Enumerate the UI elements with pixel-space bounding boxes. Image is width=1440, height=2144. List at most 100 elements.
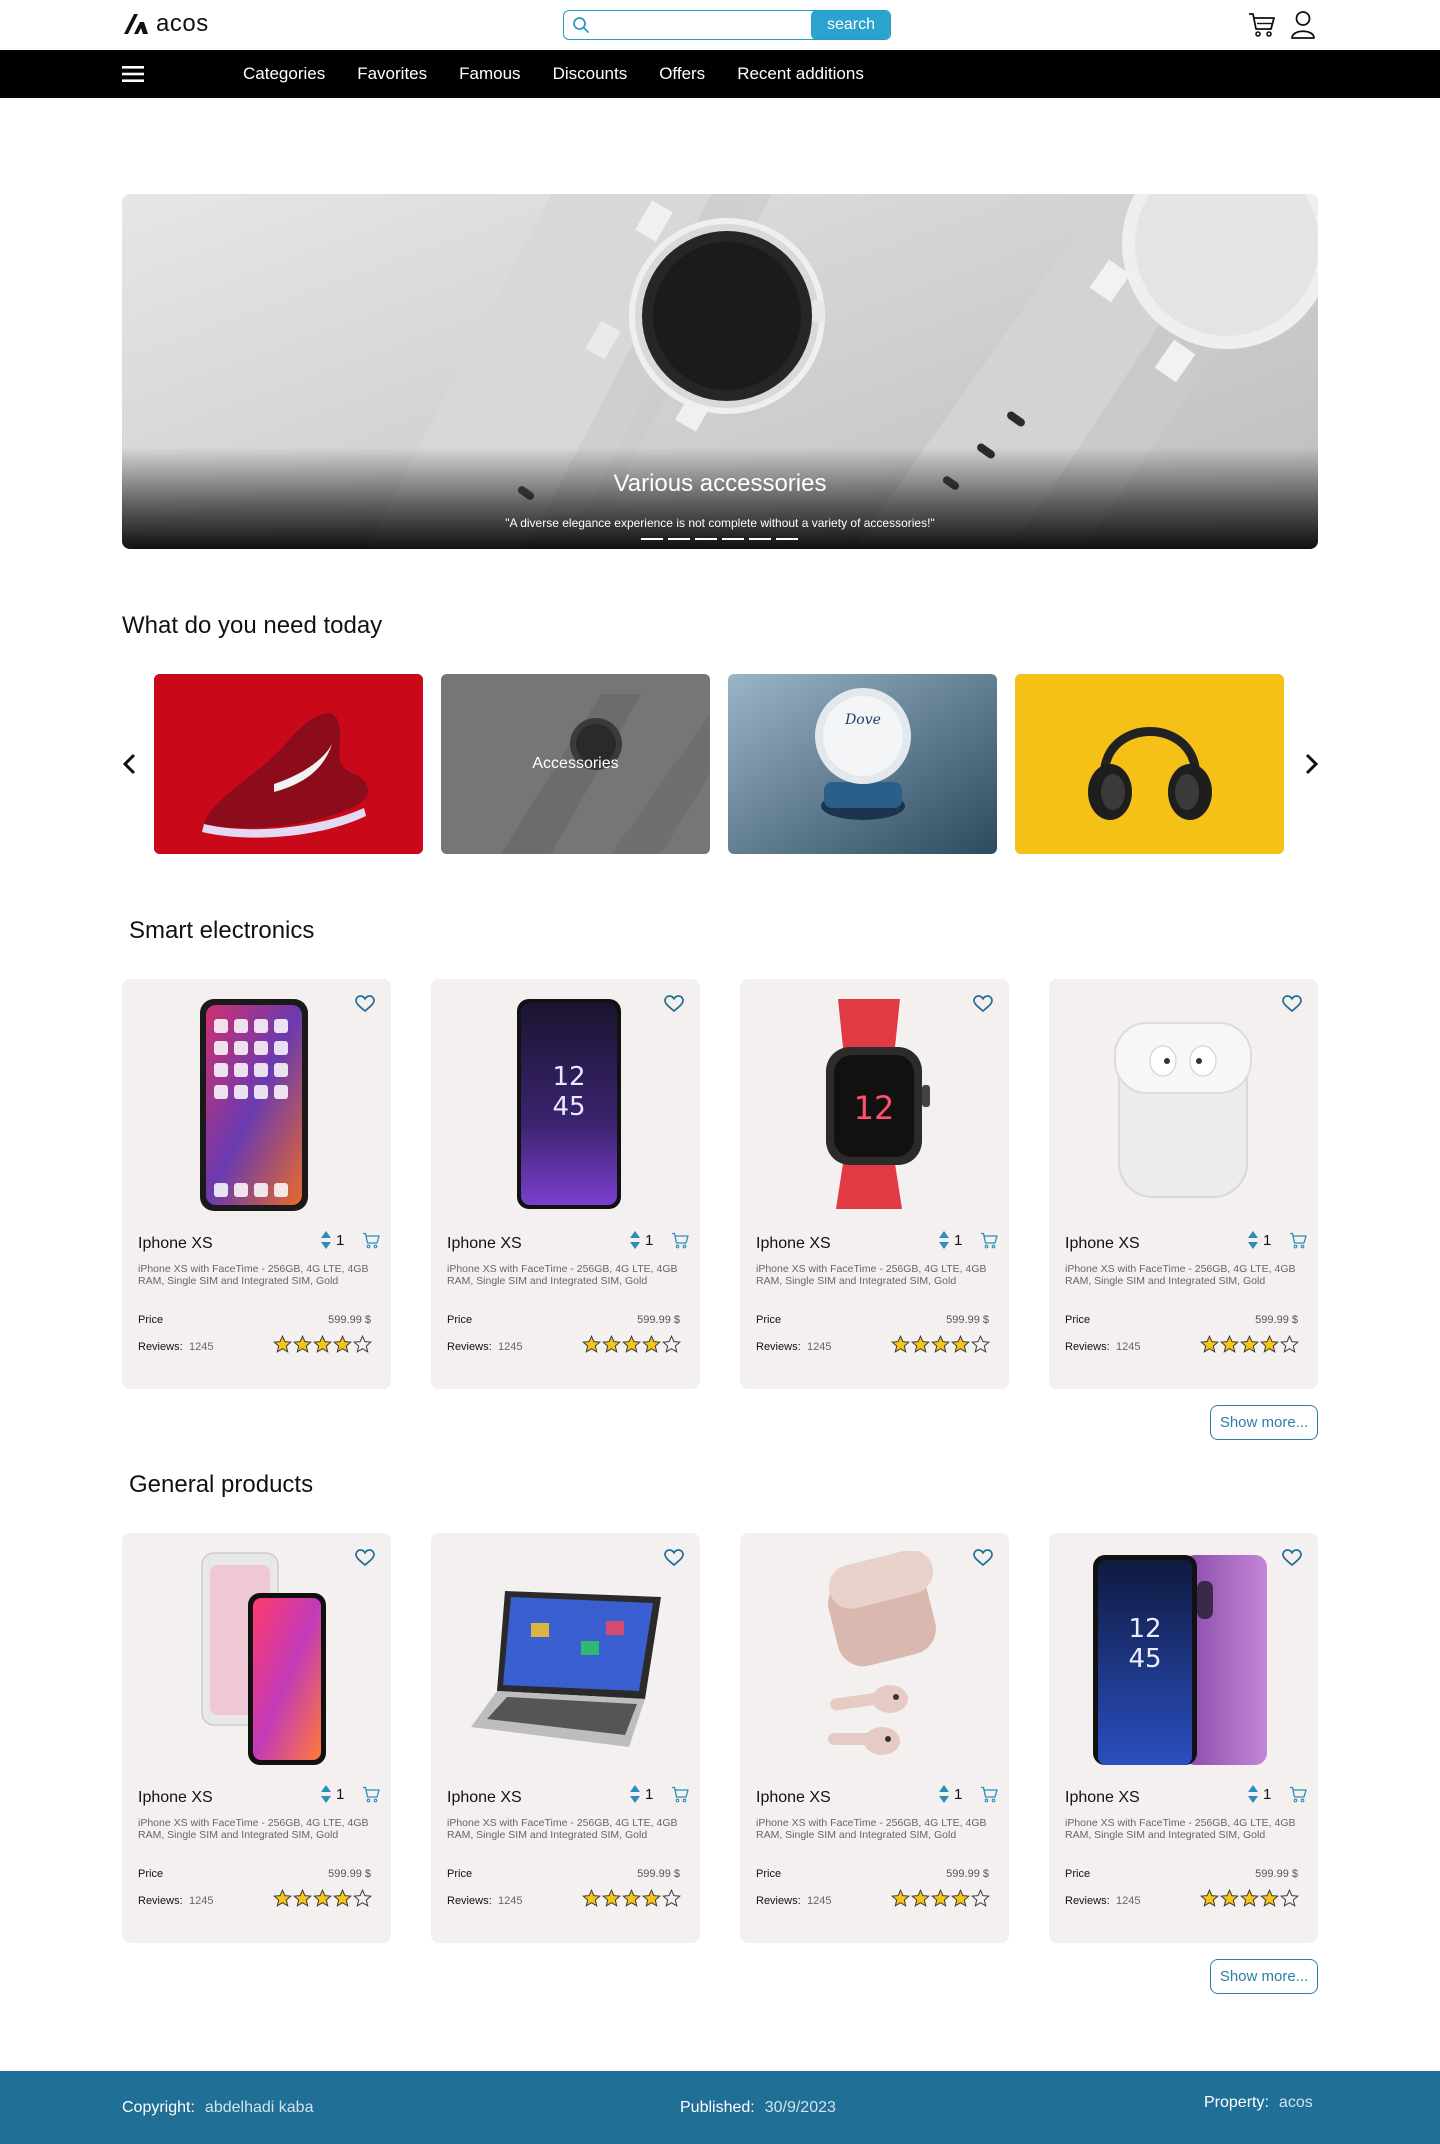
section-title-general-products: General products	[129, 1471, 314, 1498]
product-name: Iphone XS	[756, 1235, 831, 1252]
add-to-cart-icon[interactable]	[1289, 1786, 1307, 1803]
add-to-cart-icon[interactable]	[362, 1786, 380, 1803]
star-filled-icon	[582, 1889, 601, 1907]
quantity-stepper[interactable]: 1	[1247, 1784, 1271, 1804]
reviews-label: Reviews:	[447, 1895, 492, 1907]
product-card[interactable]: Iphone XS 1 iPhone XS with FaceTime - 25…	[122, 1533, 391, 1943]
star-rating	[273, 1335, 372, 1354]
heart-icon[interactable]	[355, 995, 375, 1013]
heart-icon[interactable]	[973, 995, 993, 1013]
price-label: Price	[1065, 1314, 1091, 1326]
hero-slide-indicator[interactable]	[695, 538, 717, 540]
star-filled-icon	[1260, 1335, 1279, 1353]
star-filled-icon	[1240, 1335, 1259, 1353]
chevron-right-icon[interactable]	[1301, 749, 1321, 779]
product-card[interactable]: Iphone XS 1 iPhone XS with FaceTime - 25…	[1049, 979, 1318, 1389]
show-more-button[interactable]: Show more...	[1210, 1405, 1318, 1440]
quantity-stepper[interactable]: 1	[938, 1784, 962, 1804]
product-card[interactable]: Iphone XS 1 iPhone XS with FaceTime - 25…	[122, 979, 391, 1389]
quantity-stepper[interactable]: 1	[320, 1230, 344, 1250]
sort-arrows-icon[interactable]	[320, 1230, 332, 1250]
quantity-stepper[interactable]: 1	[938, 1230, 962, 1250]
star-filled-icon	[911, 1889, 930, 1907]
nav-item-discounts[interactable]: Discounts	[553, 64, 628, 84]
quantity-stepper[interactable]: 1	[320, 1784, 344, 1804]
hero-slide-indicator[interactable]	[749, 538, 771, 540]
star-filled-icon	[602, 1335, 621, 1353]
category-card[interactable]	[1015, 674, 1284, 854]
menu-icon[interactable]	[122, 64, 144, 84]
add-to-cart-icon[interactable]	[362, 1232, 380, 1249]
heart-icon[interactable]	[1282, 995, 1302, 1013]
hero-banner[interactable]: Various accessories "A diverse elegance …	[122, 194, 1318, 549]
add-to-cart-icon[interactable]	[1289, 1232, 1307, 1249]
nav-item-recent-additions[interactable]: Recent additions	[737, 64, 864, 84]
add-to-cart-icon[interactable]	[671, 1786, 689, 1803]
category-card[interactable]: Dove	[728, 674, 997, 854]
quantity-value: 1	[645, 1231, 654, 1249]
user-icon[interactable]	[1290, 10, 1316, 40]
product-name: Iphone XS	[447, 1789, 522, 1806]
sort-arrows-icon[interactable]	[1247, 1230, 1259, 1250]
star-rating	[891, 1335, 990, 1354]
quantity-stepper[interactable]: 1	[629, 1784, 653, 1804]
product-card[interactable]: 12 Iphone XS 1 iPhone XS with FaceTime -…	[740, 979, 1009, 1389]
sort-arrows-icon[interactable]	[1247, 1784, 1259, 1804]
search-button[interactable]: search	[811, 11, 890, 39]
nav-item-favorites[interactable]: Favorites	[357, 64, 427, 84]
show-more-button[interactable]: Show more...	[1210, 1959, 1318, 1994]
brand-logo[interactable]: acos	[122, 10, 209, 38]
heart-icon[interactable]	[1282, 1549, 1302, 1567]
star-filled-icon	[642, 1889, 661, 1907]
add-to-cart-icon[interactable]	[671, 1232, 689, 1249]
hero-subtitle: "A diverse elegance experience is not co…	[505, 516, 935, 530]
svg-text:12: 12	[1128, 1614, 1161, 1644]
product-image-galaxy-pair: 12 45	[1093, 1555, 1267, 1765]
hero-slide-indicator[interactable]	[722, 538, 744, 540]
heart-icon[interactable]	[973, 1549, 993, 1567]
hero-slide-indicator[interactable]	[776, 538, 798, 540]
chevron-left-icon[interactable]	[120, 749, 140, 779]
nav-item-categories[interactable]: Categories	[243, 64, 325, 84]
product-card[interactable]: 12 45 Iphone XS 1 iPhone XS with FaceTim…	[431, 979, 700, 1389]
price-label: Price	[138, 1868, 164, 1880]
category-card[interactable]: Accessories	[441, 674, 710, 854]
add-to-cart-icon[interactable]	[980, 1232, 998, 1249]
reviews-count: 1245	[807, 1341, 832, 1353]
price-value: 599.99 $	[946, 1314, 989, 1326]
cart-icon[interactable]	[1248, 12, 1276, 38]
reviews-label: Reviews:	[1065, 1895, 1110, 1907]
sort-arrows-icon[interactable]	[938, 1784, 950, 1804]
add-to-cart-icon[interactable]	[980, 1786, 998, 1803]
quantity-stepper[interactable]: 1	[1247, 1230, 1271, 1250]
hero-slide-indicator[interactable]	[641, 538, 663, 540]
hero-slide-indicator[interactable]	[668, 538, 690, 540]
product-card[interactable]: 12 45 Iphone XS 1 iPhone XS with FaceTim…	[1049, 1533, 1318, 1943]
product-card[interactable]: Iphone XS 1 iPhone XS with FaceTime - 25…	[740, 1533, 1009, 1943]
product-card[interactable]: Iphone XS 1 iPhone XS with FaceTime - 25…	[431, 1533, 700, 1943]
reviews-count: 1245	[189, 1895, 214, 1907]
search-bar: search	[563, 10, 891, 40]
price-value: 599.99 $	[328, 1868, 371, 1880]
nav-item-offers[interactable]: Offers	[659, 64, 705, 84]
heart-icon[interactable]	[355, 1549, 375, 1567]
sort-arrows-icon[interactable]	[629, 1784, 641, 1804]
sort-arrows-icon[interactable]	[938, 1230, 950, 1250]
heart-icon[interactable]	[664, 1549, 684, 1567]
search-input[interactable]	[598, 11, 811, 39]
section-title-smart-electronics: Smart electronics	[129, 917, 315, 944]
category-card[interactable]	[154, 674, 423, 854]
star-rating	[1200, 1889, 1299, 1908]
reviews-label: Reviews:	[756, 1341, 801, 1353]
price-value: 599.99 $	[1255, 1868, 1298, 1880]
category-label	[154, 674, 423, 854]
quantity-stepper[interactable]: 1	[629, 1230, 653, 1250]
heart-icon[interactable]	[664, 995, 684, 1013]
nav-item-famous[interactable]: Famous	[459, 64, 520, 84]
product-image-iphone	[200, 999, 308, 1211]
site-footer: Copyright: abdelhadi kaba Published: 30/…	[0, 2071, 1440, 2144]
product-image-airpods	[1114, 1022, 1252, 1198]
sort-arrows-icon[interactable]	[629, 1230, 641, 1250]
product-image-iphone-pair	[201, 1552, 326, 1765]
sort-arrows-icon[interactable]	[320, 1784, 332, 1804]
